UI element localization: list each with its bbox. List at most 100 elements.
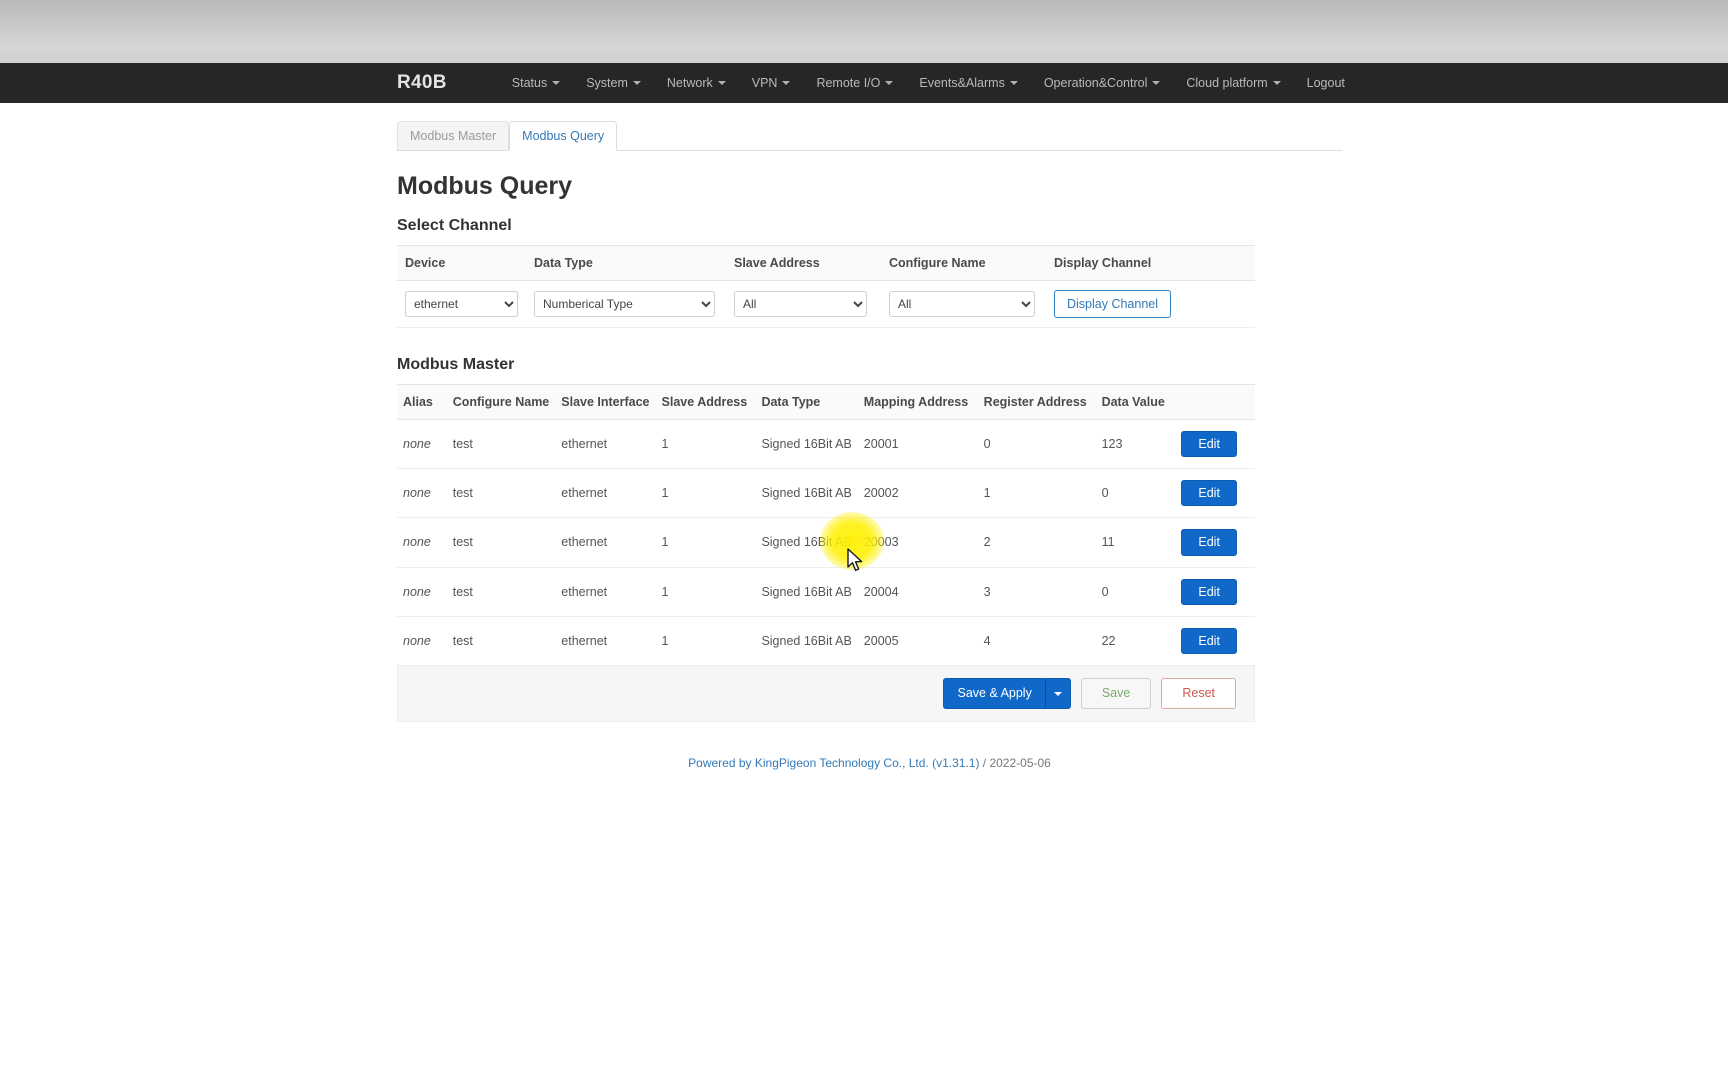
- kingpigeon-link[interactable]: Powered by KingPigeon Technology Co., Lt…: [688, 756, 979, 770]
- cell-register-address: 3: [977, 567, 1096, 617]
- nav-item-events-alarms[interactable]: Events&Alarms: [906, 63, 1030, 103]
- cell-data-type: Signed 16Bit AB: [755, 517, 858, 568]
- header-alias: Alias: [397, 383, 447, 420]
- configure-name-select[interactable]: All: [889, 290, 1035, 317]
- modbus-master-table: Alias Configure Name Slave Interface Sla…: [397, 383, 1255, 667]
- cell-mapping-address: 20002: [857, 468, 978, 519]
- page-body: Modbus Master Modbus Query Modbus Query …: [0, 103, 1728, 770]
- cell-alias: none: [397, 567, 447, 617]
- cell-slave-interface: ethernet: [555, 419, 656, 470]
- tab-bar: Modbus Master Modbus Query: [397, 119, 1342, 151]
- cell-configure-name: test: [446, 616, 556, 667]
- cell-slave-address: 1: [655, 616, 756, 667]
- cell-alias: none: [397, 419, 447, 470]
- select-channel-table: Device Data Type Slave Address Configure…: [397, 244, 1255, 328]
- cell-mapping-address: 20003: [857, 517, 978, 568]
- cell-data-type-select: Numberical Type: [526, 280, 726, 328]
- table-row: none test ethernet 1 Signed 16Bit AB 20003 2 11…: [397, 517, 1255, 568]
- header-actions: [1175, 383, 1255, 420]
- nav-label-status: Status: [511, 76, 548, 90]
- footer-date: / 2022-05-06: [979, 756, 1051, 770]
- edit-button[interactable]: Edit: [1181, 627, 1237, 654]
- nav-item-network[interactable]: Network: [654, 63, 739, 103]
- chevron-down-icon: [1053, 691, 1062, 696]
- cell-mapping-address: 20004: [857, 567, 978, 617]
- chevron-down-icon: [782, 81, 791, 85]
- save-apply-button-group: Save & Apply: [943, 678, 1071, 709]
- cell-data-value: 11: [1095, 517, 1176, 568]
- nav-item-operation-control[interactable]: Operation&Control: [1031, 63, 1174, 103]
- cell-slave-address-select: All: [726, 280, 881, 328]
- content-container: Modbus Master Modbus Query Modbus Query …: [397, 119, 1342, 770]
- header-mapping-address: Mapping Address: [857, 383, 978, 420]
- nav-label-logout: Logout: [1306, 76, 1345, 90]
- chevron-down-icon: [885, 81, 894, 85]
- cell-alias: none: [397, 517, 447, 568]
- cell-register-address: 0: [977, 419, 1096, 470]
- nav-label-network: Network: [666, 76, 713, 90]
- nav-item-status[interactable]: Status: [499, 63, 573, 103]
- data-type-select[interactable]: Numberical Type: [534, 290, 715, 317]
- cell-mapping-address: 20005: [857, 616, 978, 667]
- chevron-down-icon: [1009, 81, 1018, 85]
- save-and-apply-button[interactable]: Save & Apply: [943, 678, 1046, 709]
- form-action-bar: Save & Apply Save Reset: [397, 666, 1255, 722]
- nav-item-remote-io[interactable]: Remote I/O: [803, 63, 906, 103]
- chevron-down-icon: [1272, 81, 1281, 85]
- edit-button[interactable]: Edit: [1181, 529, 1237, 556]
- cell-slave-interface: ethernet: [555, 567, 656, 617]
- modbus-master-heading: Modbus Master: [397, 355, 515, 373]
- cell-display-channel-button: Display Channel: [1046, 280, 1255, 328]
- chevron-down-icon: [1152, 81, 1161, 85]
- nav-item-logout[interactable]: Logout: [1294, 63, 1358, 103]
- brand-logo[interactable]: R40B: [397, 72, 447, 94]
- cell-data-type: Signed 16Bit AB: [755, 567, 858, 617]
- powered-by-footer: Powered by KingPigeon Technology Co., Lt…: [397, 756, 1342, 770]
- header-device: Device: [397, 244, 526, 281]
- browser-chrome-strip: [0, 0, 1728, 63]
- save-apply-dropdown-toggle[interactable]: [1045, 678, 1071, 709]
- nav-item-vpn[interactable]: VPN: [739, 63, 804, 103]
- header-configure-name: Configure Name: [881, 244, 1046, 281]
- select-channel-controls-row: ethernet Numberical Type All All Display…: [397, 280, 1255, 328]
- reset-button[interactable]: Reset: [1161, 678, 1236, 709]
- display-channel-button[interactable]: Display Channel: [1054, 289, 1172, 318]
- edit-button[interactable]: Edit: [1181, 480, 1237, 507]
- edit-button[interactable]: Edit: [1181, 430, 1237, 457]
- slave-address-select[interactable]: All: [734, 290, 867, 317]
- cell-slave-address: 1: [655, 419, 756, 470]
- nav-inner: R40B Status System Network VPN Remote I/…: [397, 63, 1358, 103]
- cell-configure-name: test: [446, 419, 556, 470]
- page-title: Modbus Query: [397, 172, 573, 200]
- device-select[interactable]: ethernet: [405, 290, 518, 317]
- nav-item-cloud-platform[interactable]: Cloud platform: [1173, 63, 1293, 103]
- nav-label-vpn: VPN: [751, 76, 778, 90]
- save-button[interactable]: Save: [1080, 678, 1152, 709]
- cell-register-address: 1: [977, 468, 1096, 519]
- app-screen: R40B Status System Network VPN Remote I/…: [0, 0, 1728, 1080]
- cell-slave-interface: ethernet: [555, 468, 656, 519]
- chevron-down-icon: [632, 81, 641, 85]
- cell-configure-name: test: [446, 567, 556, 617]
- cell-data-type: Signed 16Bit AB: [755, 616, 858, 667]
- cell-data-value: 0: [1095, 567, 1176, 617]
- cell-actions: Edit: [1175, 517, 1255, 568]
- chevron-down-icon: [552, 81, 561, 85]
- edit-button[interactable]: Edit: [1181, 578, 1237, 605]
- select-channel-heading: Select Channel: [397, 216, 512, 234]
- nav-label-events-alarms: Events&Alarms: [919, 76, 1005, 90]
- cell-data-value: 0: [1095, 468, 1176, 519]
- table-row: none test ethernet 1 Signed 16Bit AB 20005 4 22…: [397, 616, 1255, 667]
- tab-modbus-query[interactable]: Modbus Query: [509, 121, 618, 151]
- tab-modbus-master[interactable]: Modbus Master: [397, 121, 510, 151]
- nav-item-system[interactable]: System: [573, 63, 654, 103]
- cell-alias: none: [397, 468, 447, 519]
- cell-device-select: ethernet: [397, 280, 526, 328]
- nav-label-system: System: [586, 76, 628, 90]
- cell-configure-name: test: [446, 468, 556, 519]
- modbus-master-thead: Alias Configure Name Slave Interface Sla…: [397, 383, 1255, 420]
- header-display-channel: Display Channel: [1046, 244, 1255, 281]
- nav-label-remote-io: Remote I/O: [816, 76, 881, 90]
- cell-mapping-address: 20001: [857, 419, 978, 470]
- modbus-master-tbody: none test ethernet 1 Signed 16Bit AB 20001 0 12…: [397, 419, 1255, 667]
